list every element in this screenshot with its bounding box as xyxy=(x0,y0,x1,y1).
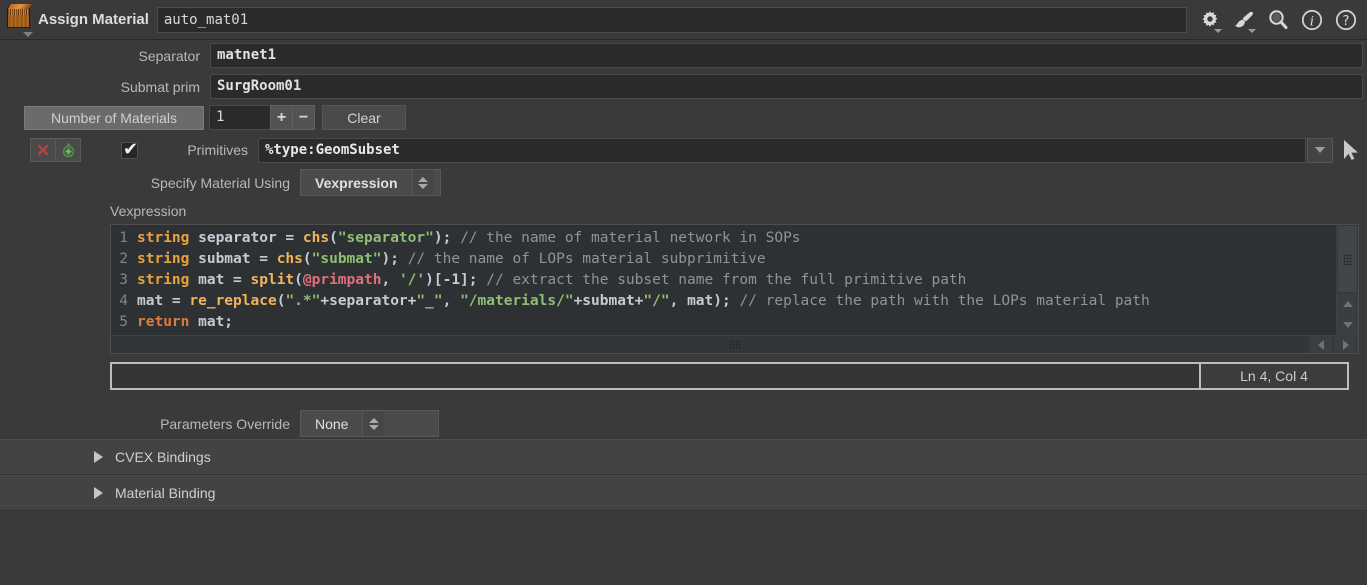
primitives-label: Primitives xyxy=(138,142,258,158)
specify-material-using-value: Vexpression xyxy=(301,175,412,191)
primitives-enable-checkbox[interactable]: ✔ xyxy=(121,142,138,159)
primitives-select-arrow-button[interactable] xyxy=(1333,137,1367,163)
delete-instance-button[interactable] xyxy=(30,138,56,162)
vexpression-code-editor[interactable]: 1string separator = chs("separator"); //… xyxy=(110,224,1359,354)
page-title: Assign Material xyxy=(38,11,149,28)
paintbrush-icon[interactable] xyxy=(1231,7,1257,33)
scroll-left-button[interactable] xyxy=(1308,336,1333,353)
add-material-button[interactable]: + xyxy=(270,105,293,130)
scroll-right-button[interactable] xyxy=(1333,336,1358,353)
editor-vertical-scrollbar[interactable] xyxy=(1336,225,1358,335)
info-icon[interactable]: i xyxy=(1299,7,1325,33)
vexpression-label: Vexpression xyxy=(0,198,1367,224)
node-name-input[interactable]: auto_mat01 xyxy=(157,7,1187,33)
header-icon-group: i ? xyxy=(1197,7,1359,33)
editor-status-input[interactable] xyxy=(110,362,1201,390)
separator-row: Separator matnet1 xyxy=(0,40,1367,71)
number-of-materials-button[interactable]: Number of Materials xyxy=(24,106,204,130)
code-text: return mat; xyxy=(137,312,1336,333)
submat-prim-input[interactable]: SurgRoom01 xyxy=(210,74,1363,99)
code-text: mat = re_replace(".*"+separator+"_", "/m… xyxy=(137,291,1336,312)
code-line[interactable]: 3string mat = split(@primpath, '/')[-1];… xyxy=(111,270,1336,291)
material-binding-label: Material Binding xyxy=(115,485,215,501)
sidebar-item-cvex-bindings[interactable]: CVEX Bindings xyxy=(0,439,1367,475)
parameters-override-value: None xyxy=(301,416,362,432)
spinner-arrows-icon xyxy=(412,170,434,195)
primitives-input[interactable]: %type:GeomSubset xyxy=(258,138,1306,163)
cursor-position-indicator: Ln 4, Col 4 xyxy=(1201,362,1349,390)
line-number: 3 xyxy=(111,270,137,291)
submat-prim-label: Submat prim xyxy=(0,79,210,95)
material-cube-icon[interactable] xyxy=(4,5,34,35)
triangle-up-icon xyxy=(1343,301,1353,307)
code-text: string mat = split(@primpath, '/')[-1]; … xyxy=(137,270,1336,291)
sidebar-item-material-binding[interactable]: Material Binding xyxy=(0,475,1367,511)
line-number: 4 xyxy=(111,291,137,312)
splitter-grip-icon[interactable] xyxy=(729,340,741,350)
specify-material-using-label: Specify Material Using xyxy=(0,175,300,191)
code-line[interactable]: 4mat = re_replace(".*"+separator+"_", "/… xyxy=(111,291,1336,312)
check-icon: ✔ xyxy=(123,141,138,159)
code-text: string separator = chs("separator"); // … xyxy=(137,228,1336,249)
specify-material-using-row: Specify Material Using Vexpression xyxy=(0,167,1367,198)
triangle-right-icon xyxy=(1343,340,1349,350)
cursor-arrow-icon xyxy=(1340,139,1360,161)
chevron-down-icon xyxy=(1315,147,1325,153)
spinner-arrows-icon xyxy=(362,411,384,436)
svg-text:?: ? xyxy=(1343,14,1350,29)
clear-button[interactable]: Clear xyxy=(322,105,406,130)
code-line[interactable]: 1string separator = chs("separator"); //… xyxy=(111,228,1336,249)
code-line[interactable]: 5return mat; xyxy=(111,312,1336,333)
cvex-bindings-label: CVEX Bindings xyxy=(115,449,211,465)
line-number: 5 xyxy=(111,312,137,333)
submat-prim-row: Submat prim SurgRoom01 xyxy=(0,71,1367,102)
code-lines-container[interactable]: 1string separator = chs("separator"); //… xyxy=(111,225,1336,335)
number-of-materials-row: Number of Materials 1 + − Clear xyxy=(0,102,1367,133)
gear-icon[interactable] xyxy=(1197,7,1223,33)
panel-header: Assign Material auto_mat01 xyxy=(0,0,1367,40)
triangle-right-icon xyxy=(94,487,103,499)
editor-status-row: Ln 4, Col 4 xyxy=(110,362,1349,390)
insert-instance-button[interactable] xyxy=(55,138,81,162)
triangle-right-icon xyxy=(94,451,103,463)
scroll-down-button[interactable] xyxy=(1337,314,1358,335)
search-icon[interactable] xyxy=(1265,7,1291,33)
help-icon[interactable]: ? xyxy=(1333,7,1359,33)
code-text: string submat = chs("submat"); // the na… xyxy=(137,249,1336,270)
separator-label: Separator xyxy=(0,48,210,64)
remove-material-button[interactable]: − xyxy=(292,105,315,130)
grip-dots-icon xyxy=(1343,254,1352,265)
line-number: 2 xyxy=(111,249,137,270)
triangle-down-icon xyxy=(1343,322,1353,328)
parameters-override-label: Parameters Override xyxy=(0,416,300,432)
triangle-left-icon xyxy=(1318,340,1324,350)
primitives-dropdown-button[interactable] xyxy=(1307,138,1333,163)
editor-horizontal-scrollbar[interactable] xyxy=(111,335,1358,353)
scroll-up-button[interactable] xyxy=(1337,293,1358,314)
material-instance-row: ✔ Primitives %type:GeomSubset xyxy=(0,133,1367,167)
parameters-override-select[interactable]: None xyxy=(300,410,439,437)
svg-text:i: i xyxy=(1310,14,1314,29)
number-of-materials-input[interactable]: 1 xyxy=(209,105,271,130)
scrollbar-thumb[interactable] xyxy=(1338,226,1357,292)
specify-material-using-select[interactable]: Vexpression xyxy=(300,169,441,196)
parameters-override-row: Parameters Override None xyxy=(0,408,1367,439)
separator-input[interactable]: matnet1 xyxy=(210,43,1363,68)
line-number: 1 xyxy=(111,228,137,249)
assign-material-parameter-panel: Assign Material auto_mat01 xyxy=(0,0,1367,585)
code-line[interactable]: 2string submat = chs("submat"); // the n… xyxy=(111,249,1336,270)
